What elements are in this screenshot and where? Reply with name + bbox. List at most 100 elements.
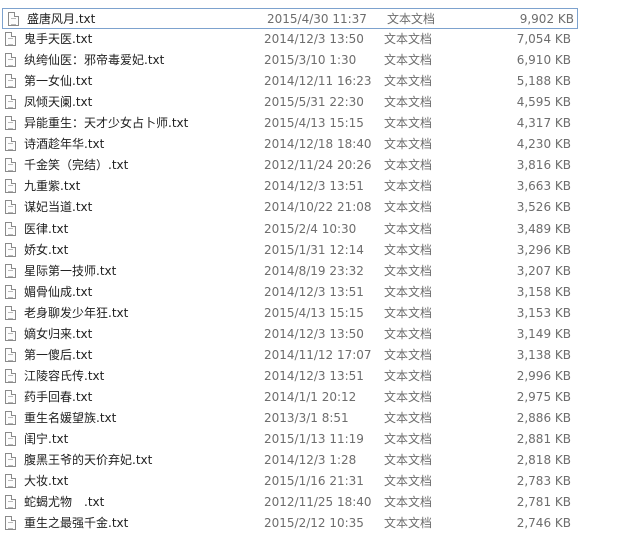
file-date-modified: 2015/1/16 21:31 [264,474,364,489]
text-file-icon [5,116,16,131]
file-type: 文本文档 [384,74,433,89]
file-row[interactable]: 娇女.txt 2015/1/31 12:14 文本文档 3,296 KB [0,240,600,261]
file-size: 3,816 KB [516,158,571,173]
file-type: 文本文档 [384,305,433,320]
file-row[interactable]: 异能重生：天才少女占卜师.txt 2015/4/13 15:15 文本文档 4,317… [0,113,600,134]
file-date-modified: 2014/11/12 17:07 [264,347,372,362]
file-row[interactable]: 重生名媛望族.txt 2013/3/1 8:51 文本文档 2,886 KB [0,408,600,429]
file-name: 第一傻后.txt [24,347,93,362]
file-row[interactable]: 医律.txt 2015/2/4 10:30 文本文档 3,489 KB [0,219,600,240]
text-file-icon [5,179,16,194]
text-file-icon [5,158,16,173]
file-type: 文本文档 [384,389,433,404]
text-file-icon [5,347,16,362]
file-row[interactable]: 蛇蝎尤物 .txt 2012/11/25 18:40 文本文档 2,781 KB [0,492,600,513]
text-file-icon [5,74,16,89]
file-row[interactable]: 第一女仙.txt 2014/12/11 16:23 文本文档 5,188 KB [0,71,600,92]
file-size: 4,317 KB [516,116,571,131]
text-file-icon [5,200,16,215]
file-row[interactable]: 九重紫.txt 2014/12/3 13:51 文本文档 3,663 KB [0,176,600,197]
file-row[interactable]: 凤倾天阑.txt 2015/5/31 22:30 文本文档 4,595 KB [0,92,600,113]
text-file-icon [5,137,16,152]
file-name: 异能重生：天才少女占卜师.txt [24,116,189,131]
file-size: 3,296 KB [516,242,571,257]
file-size: 2,783 KB [516,474,571,489]
file-type: 文本文档 [384,200,433,215]
file-size: 4,230 KB [516,137,571,152]
text-file-icon [5,32,16,47]
file-name: 盛唐风月.txt [27,12,96,26]
file-date-modified: 2014/12/11 16:23 [264,74,372,89]
file-date-modified: 2014/12/3 13:51 [264,179,364,194]
file-type: 文本文档 [387,12,436,26]
file-size: 2,996 KB [516,368,571,383]
file-row[interactable]: 第一傻后.txt 2014/11/12 17:07 文本文档 3,138 KB [0,345,600,366]
file-row[interactable]: 千金笑（完结）.txt 2012/11/24 20:26 文本文档 3,816 KB [0,155,600,176]
file-row[interactable]: 腹黑王爷的天价弃妃.txt 2014/12/3 1:28 文本文档 2,818 KB [0,450,600,471]
file-name: 腹黑王爷的天价弃妃.txt [24,453,153,468]
file-name: 蛇蝎尤物 .txt [24,495,105,510]
file-row[interactable]: 江陵容氏传.txt 2014/12/3 13:51 文本文档 2,996 KB [0,366,600,387]
text-file-icon [5,495,16,510]
file-size: 3,138 KB [516,347,571,362]
file-size: 3,489 KB [516,221,571,236]
file-row[interactable]: 鬼手天医.txt 2014/12/3 13:50 文本文档 7,054 KB [0,29,600,50]
file-type: 文本文档 [384,242,433,257]
file-size: 7,054 KB [516,32,571,47]
file-size: 9,902 KB [519,12,574,26]
file-name: 江陵容氏传.txt [24,368,105,383]
file-date-modified: 2015/4/13 15:15 [264,116,364,131]
file-size: 2,975 KB [516,389,571,404]
file-size: 2,886 KB [516,410,571,425]
file-name: 谋妃当道.txt [24,200,93,215]
file-date-modified: 2015/2/12 10:35 [264,516,364,531]
file-size: 2,818 KB [516,453,571,468]
file-row[interactable]: 纨绔仙医：邪帝毒爱妃.txt 2015/3/10 1:30 文本文档 6,910 KB [0,50,600,71]
file-row[interactable]: 媚骨仙成.txt 2014/12/3 13:51 文本文档 3,158 KB [0,282,600,303]
file-size: 3,663 KB [516,179,571,194]
file-type: 文本文档 [384,432,433,446]
file-row[interactable]: 盛唐风月.txt 2015/4/30 11:37 文本文档 9,902 KB [2,8,578,29]
file-date-modified: 2014/12/3 13:50 [264,326,364,341]
file-type: 文本文档 [384,179,433,194]
file-date-modified: 2015/1/13 11:19 [264,432,364,446]
text-file-icon [5,410,16,425]
text-file-icon [5,221,16,236]
file-date-modified: 2013/3/1 8:51 [264,410,349,425]
file-type: 文本文档 [384,516,433,531]
file-name: 重生之最强千金.txt [24,516,129,531]
file-type: 文本文档 [384,32,433,47]
text-file-icon [5,368,16,383]
file-date-modified: 2015/4/30 11:37 [267,12,367,26]
file-row[interactable]: 闺宁.txt 2015/1/13 11:19 文本文档 2,881 KB [0,429,600,450]
file-row[interactable]: 重生之最强千金.txt 2015/2/12 10:35 文本文档 2,746 KB [0,513,600,534]
text-file-icon [5,389,16,404]
text-file-icon [5,284,16,299]
file-size: 6,910 KB [516,53,571,68]
file-row[interactable]: 大妆.txt 2015/1/16 21:31 文本文档 2,783 KB [0,471,600,492]
file-type: 文本文档 [384,116,433,131]
file-row[interactable]: 诗酒趁年华.txt 2014/12/18 18:40 文本文档 4,230 KB [0,134,600,155]
text-file-icon [5,95,16,110]
file-type: 文本文档 [384,221,433,236]
file-name: 老身聊发少年狂.txt [24,305,129,320]
file-row[interactable]: 星际第一技师.txt 2014/8/19 23:32 文本文档 3,207 KB [0,261,600,282]
file-name: 娇女.txt [24,242,69,257]
file-name: 嫡女归来.txt [24,326,93,341]
file-size: 3,158 KB [516,284,571,299]
file-list: 盛唐风月.txt 2015/4/30 11:37 文本文档 9,902 KB 鬼手天医.… [0,0,633,534]
text-file-icon [5,263,16,278]
file-date-modified: 2014/12/18 18:40 [264,137,372,152]
file-name: 九重紫.txt [24,179,81,194]
file-date-modified: 2014/12/3 13:51 [264,368,364,383]
file-date-modified: 2015/5/31 22:30 [264,95,364,110]
file-row[interactable]: 谋妃当道.txt 2014/10/22 21:08 文本文档 3,526 KB [0,197,600,218]
file-row[interactable]: 药手回春.txt 2014/1/1 20:12 文本文档 2,975 KB [0,387,600,408]
file-row[interactable]: 老身聊发少年狂.txt 2015/4/13 15:15 文本文档 3,153 KB [0,303,600,324]
file-size: 2,881 KB [516,432,571,446]
file-name: 第一女仙.txt [24,74,93,89]
file-row[interactable]: 嫡女归来.txt 2014/12/3 13:50 文本文档 3,149 KB [0,324,600,345]
text-file-icon [5,242,16,257]
file-type: 文本文档 [384,326,433,341]
file-date-modified: 2015/2/4 10:30 [264,221,357,236]
